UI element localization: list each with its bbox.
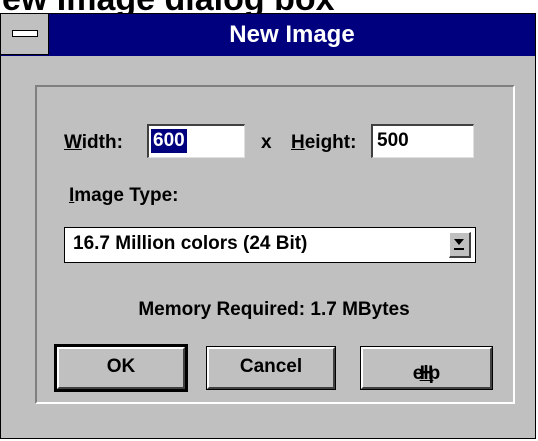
new-image-dialog: New Image Width: 600 x Height: 500 Image… [0,13,536,439]
title-bar[interactable]: New Image [1,14,535,56]
cancel-button-label: Cancel [239,356,303,377]
height-value: 500 [377,130,409,151]
times-symbol: x [261,132,272,153]
height-label: Height: [291,132,357,153]
width-field[interactable]: 600 [147,124,245,158]
image-type-dropdown[interactable]: 16.7 Million colors (24 Bit) [64,227,476,263]
dropdown-arrow-button[interactable] [449,232,471,258]
width-value: 600 [151,129,187,153]
system-menu-icon [12,30,38,37]
ok-button-label: OK [106,356,136,377]
help-button[interactable]: Help [360,346,493,390]
memory-required-text: Memory Required: 1.7 MBytes [138,299,410,320]
ok-button[interactable]: OK [54,344,188,392]
image-type-value: 16.7 Million colors (24 Bit) [73,233,308,254]
chevron-down-icon [454,239,464,250]
image-type-label: Image Type: [69,185,179,206]
system-menu-button[interactable] [1,14,49,55]
height-field[interactable]: 500 [371,124,474,158]
width-label: Width: [64,132,123,153]
window-title: New Image [229,21,355,48]
cancel-button[interactable]: Cancel [206,346,336,390]
